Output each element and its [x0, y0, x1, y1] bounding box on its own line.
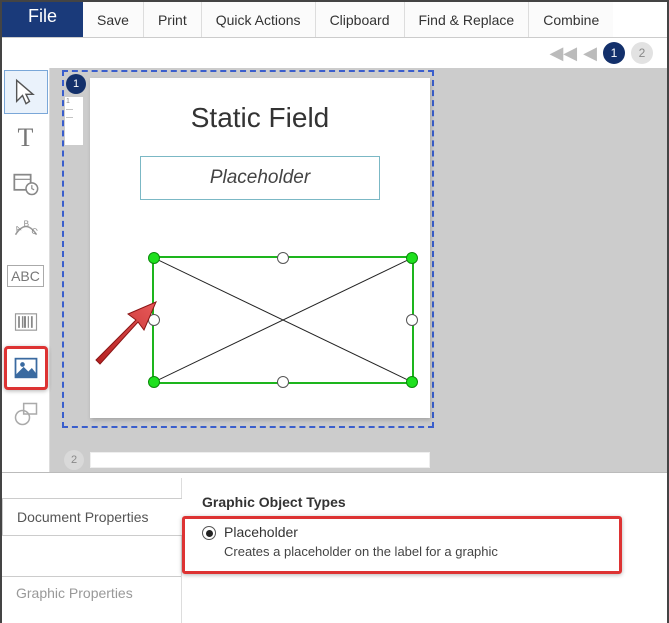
- clipboard-button[interactable]: Clipboard: [316, 2, 405, 37]
- radio-icon[interactable]: [202, 526, 216, 540]
- nav-prev-icon[interactable]: ◀: [583, 43, 597, 64]
- handle-bottom-left[interactable]: [148, 376, 160, 388]
- handle-right[interactable]: [406, 314, 418, 326]
- main-area: T ABC ABC 1 1—— Static Field Placeholder: [2, 68, 667, 472]
- toolbox: T ABC ABC: [2, 68, 50, 472]
- text-tool[interactable]: T: [4, 116, 48, 160]
- image-tool[interactable]: [4, 346, 48, 390]
- label-card: Static Field Placeholder: [90, 78, 430, 418]
- text-icon: T: [18, 123, 34, 153]
- canvas[interactable]: 1 1—— Static Field Placeholder: [50, 68, 667, 472]
- graphic-frame: [152, 256, 414, 384]
- handle-left[interactable]: [148, 314, 160, 326]
- textbox-tool[interactable]: ABC: [4, 254, 48, 298]
- properties-body: Graphic Object Types Placeholder Creates…: [182, 478, 667, 623]
- tab-document-properties[interactable]: Document Properties: [2, 498, 182, 536]
- nav-page-2[interactable]: 2: [631, 42, 653, 64]
- svg-text:B: B: [23, 220, 29, 229]
- print-button[interactable]: Print: [144, 2, 202, 37]
- shape-tool[interactable]: [4, 392, 48, 436]
- save-button[interactable]: Save: [83, 2, 144, 37]
- curved-text-tool[interactable]: ABC: [4, 208, 48, 252]
- ribbon-bar: File Save Print Quick Actions Clipboard …: [2, 2, 667, 38]
- properties-tabs: Document Properties Graphic Properties: [2, 478, 182, 623]
- properties-panel: Document Properties Graphic Properties G…: [2, 478, 667, 623]
- handle-top-right[interactable]: [406, 252, 418, 264]
- page-badge-2[interactable]: 2: [64, 450, 84, 470]
- handle-top[interactable]: [277, 252, 289, 264]
- placeholder-option-desc: Creates a placeholder on the label for a…: [224, 544, 647, 559]
- page-nav: ◀◀ ◀ 1 2: [2, 38, 667, 68]
- abc-icon: ABC: [7, 265, 44, 287]
- pointer-tool[interactable]: [4, 70, 48, 114]
- barcode-icon: [12, 308, 40, 336]
- quick-actions-button[interactable]: Quick Actions: [202, 2, 316, 37]
- find-replace-button[interactable]: Find & Replace: [405, 2, 530, 37]
- static-field-title: Static Field: [90, 102, 430, 134]
- tab-graphic-properties[interactable]: Graphic Properties: [2, 576, 181, 611]
- handle-top-left[interactable]: [148, 252, 160, 264]
- nav-first-icon[interactable]: ◀◀: [549, 43, 577, 64]
- image-icon: [12, 354, 40, 382]
- placeholder-option[interactable]: Placeholder: [202, 524, 647, 540]
- cursor-icon: [12, 78, 40, 106]
- nav-page-1[interactable]: 1: [603, 42, 625, 64]
- page-badge-1[interactable]: 1: [66, 74, 86, 94]
- graphic-types-heading: Graphic Object Types: [202, 494, 647, 510]
- ruler: 1——: [64, 96, 84, 146]
- barcode-tool[interactable]: [4, 300, 48, 344]
- calendar-clock-icon: [12, 170, 40, 198]
- handle-bottom[interactable]: [277, 376, 289, 388]
- file-tab[interactable]: File: [2, 2, 83, 37]
- graphic-placeholder-object[interactable]: [152, 256, 414, 384]
- placeholder-textbox[interactable]: Placeholder: [140, 156, 380, 200]
- combine-button[interactable]: Combine: [529, 2, 613, 37]
- shapes-icon: [12, 400, 40, 428]
- date-tool[interactable]: [4, 162, 48, 206]
- graphic-cross-icon: [154, 258, 412, 382]
- page-2-strip: [90, 452, 430, 468]
- placeholder-option-label: Placeholder: [224, 524, 298, 540]
- handle-bottom-right[interactable]: [406, 376, 418, 388]
- curved-text-icon: ABC: [12, 216, 40, 244]
